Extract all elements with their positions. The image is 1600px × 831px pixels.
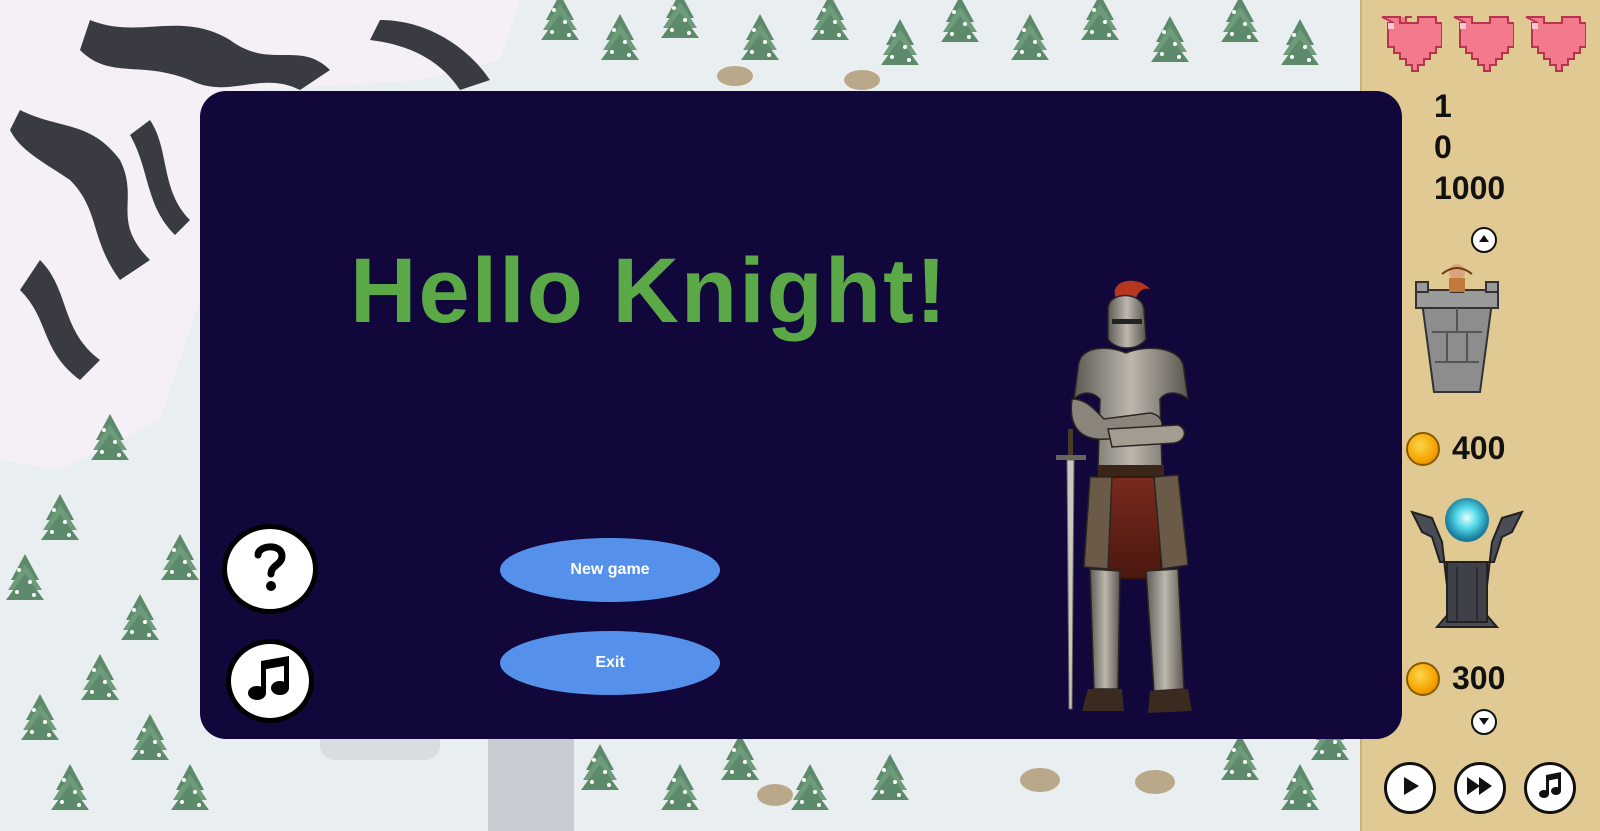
heart-icon	[1448, 16, 1514, 72]
magic-tower-icon	[1410, 498, 1524, 628]
heart-icon	[1520, 16, 1586, 72]
stat-value: 1	[1434, 87, 1452, 124]
scroll-up-button[interactable]	[1471, 227, 1497, 253]
magic-tower-price: 300	[1406, 660, 1505, 697]
stat-value: 0	[1434, 128, 1452, 165]
magic-tower-card[interactable]	[1402, 492, 1532, 637]
game-controls	[1384, 762, 1576, 814]
knight-illustration	[1056, 280, 1192, 713]
music-button[interactable]	[226, 639, 314, 723]
menu-title: Hello Knight!	[350, 240, 949, 342]
price-label: 300	[1452, 660, 1506, 696]
stat-value: 1000	[1434, 169, 1506, 206]
music-note-icon	[247, 655, 293, 708]
new-game-button[interactable]: New game	[500, 538, 720, 602]
lives-hearts	[1376, 16, 1586, 72]
fast-forward-icon	[1465, 774, 1495, 803]
scroll-down-button[interactable]	[1471, 709, 1497, 735]
chevron-up-icon	[1478, 231, 1490, 249]
chevron-down-icon	[1478, 713, 1490, 731]
fast-forward-button[interactable]	[1454, 762, 1506, 814]
archer-tower-price: 400	[1406, 430, 1505, 467]
coin-icon	[1406, 431, 1440, 466]
main-menu-dialog: Hello Knight! New game Exit	[200, 91, 1402, 739]
archer-tower-icon	[1415, 264, 1499, 393]
price-label: 400	[1452, 430, 1506, 466]
music-toggle-button[interactable]	[1524, 762, 1576, 814]
question-icon	[250, 541, 290, 598]
coin-icon	[1406, 661, 1440, 696]
help-button[interactable]	[222, 524, 318, 614]
archer-tower-card[interactable]	[1402, 262, 1512, 417]
music-note-icon	[1537, 771, 1563, 805]
play-button[interactable]	[1384, 762, 1436, 814]
heart-icon	[1376, 16, 1442, 72]
play-icon	[1398, 774, 1422, 803]
exit-button[interactable]: Exit	[500, 631, 720, 695]
